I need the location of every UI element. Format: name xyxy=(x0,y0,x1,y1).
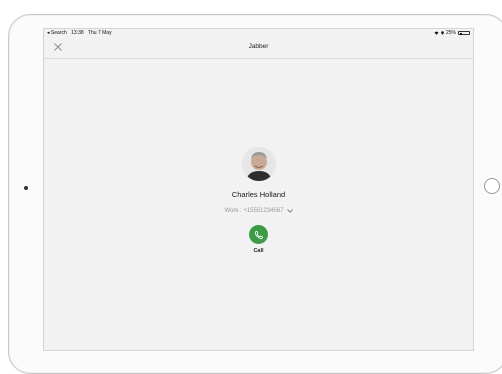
location-icon xyxy=(441,31,444,35)
wifi-icon xyxy=(434,31,439,35)
status-time: 13:38 xyxy=(71,30,84,36)
contact-name: Charles Holland xyxy=(231,190,286,199)
status-bar: ◂ Search 13:38 Thu 7 May 25% xyxy=(44,29,473,37)
call-button[interactable] xyxy=(249,225,268,244)
phone-icon xyxy=(254,230,263,239)
avatar-image xyxy=(241,147,276,181)
status-left: ◂ Search 13:38 Thu 7 May xyxy=(47,29,115,37)
contact-number: Work : +15551234567 xyxy=(224,208,284,214)
avatar xyxy=(241,147,276,181)
contact-card: Charles Holland Work : +15551234567 Call xyxy=(44,147,473,254)
battery-icon xyxy=(458,31,470,35)
battery-percent: 25% xyxy=(445,30,456,36)
home-button[interactable] xyxy=(484,178,500,194)
call-label: Call xyxy=(253,248,264,254)
navigation-bar: Jabber xyxy=(44,37,473,59)
front-camera xyxy=(24,186,28,190)
battery-fill xyxy=(459,32,462,35)
page-title: Jabber xyxy=(248,43,269,50)
number-selector[interactable]: Work : +15551234567 xyxy=(224,208,293,214)
status-date: Thu 7 May xyxy=(87,30,112,36)
back-to-app-link[interactable]: ◂ Search xyxy=(47,30,67,36)
app-screen: ◂ Search 13:38 Thu 7 May 25% Jabber Char… xyxy=(43,28,474,351)
chevron-down-icon xyxy=(286,209,293,213)
status-right: 25% xyxy=(434,29,470,37)
